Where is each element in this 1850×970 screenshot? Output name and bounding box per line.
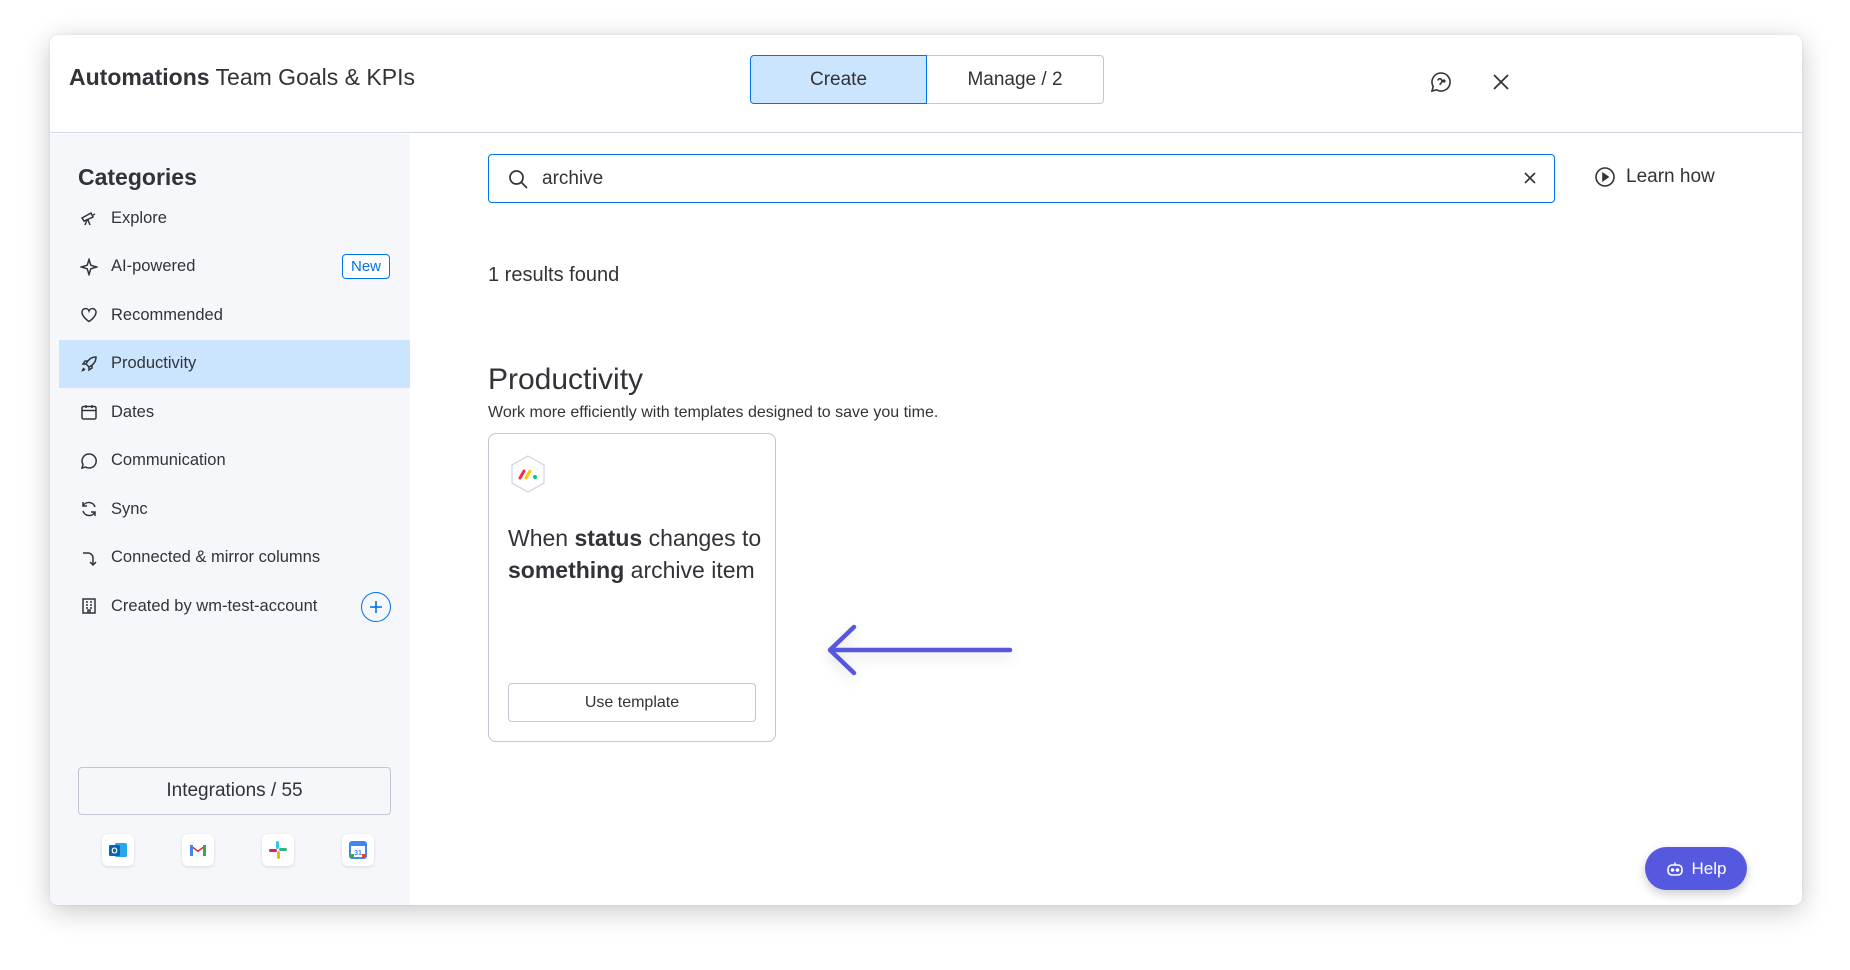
title-board-name: Team Goals & KPIs (215, 64, 415, 90)
category-dates[interactable]: Dates (59, 388, 410, 437)
new-badge: New (341, 253, 390, 279)
close-icon[interactable] (1486, 67, 1516, 97)
tab-create[interactable]: Create (750, 55, 927, 104)
clear-search-icon[interactable] (1522, 170, 1538, 191)
chat-icon (79, 451, 99, 471)
integration-apps: O 31 (102, 834, 374, 866)
template-text-part: archive item (624, 557, 755, 583)
category-created-by[interactable]: Created by wm-test-account (59, 582, 410, 631)
modal-header: Automations Team Goals & KPIs Create Man… (50, 35, 1802, 133)
help-button[interactable]: Help (1645, 847, 1747, 890)
slack-icon[interactable] (262, 834, 294, 866)
svg-text:31: 31 (354, 850, 362, 857)
category-ai-powered[interactable]: AI-powered New (59, 243, 410, 292)
category-list: Explore AI-powered New Recommended Produ… (59, 194, 410, 631)
category-label: Communication (111, 451, 226, 470)
category-label: Recommended (111, 305, 223, 324)
category-communication[interactable]: Communication (59, 437, 410, 486)
category-label: Sync (111, 499, 148, 518)
category-sync[interactable]: Sync (59, 485, 410, 534)
integrations-button[interactable]: Integrations / 55 (78, 767, 391, 815)
sparkle-icon (79, 257, 99, 277)
telescope-icon (79, 208, 99, 228)
category-label: Connected & mirror columns (111, 548, 321, 567)
modal-title: Automations Team Goals & KPIs (69, 64, 415, 91)
title-automations: Automations (69, 64, 210, 90)
category-connected-mirror[interactable]: Connected & mirror columns (59, 534, 410, 583)
category-label: AI-powered (111, 257, 196, 276)
template-field-something: something (508, 557, 625, 583)
category-productivity[interactable]: Productivity (59, 339, 410, 388)
results-count: 1 results found (488, 264, 620, 286)
template-text-part: When (508, 525, 575, 551)
google-calendar-icon[interactable]: 31 (342, 834, 374, 866)
template-card[interactable]: When status changes to something archive… (488, 433, 776, 742)
robot-icon (1666, 861, 1684, 877)
search-icon (507, 168, 529, 195)
add-category-button[interactable] (361, 592, 391, 622)
play-circle-icon (1594, 166, 1616, 188)
calendar-icon (79, 402, 99, 422)
feedback-icon[interactable] (1426, 67, 1456, 97)
template-description: When status changes to something archive… (508, 522, 763, 586)
categories-title: Categories (78, 164, 197, 190)
section-description: Work more efficiently with templates des… (488, 404, 939, 421)
automations-modal: Automations Team Goals & KPIs Create Man… (50, 35, 1802, 905)
help-label: Help (1691, 858, 1727, 878)
category-label: Explore (111, 208, 167, 227)
category-explore[interactable]: Explore (59, 194, 410, 243)
category-recommended[interactable]: Recommended (59, 291, 410, 340)
category-label: Productivity (111, 354, 197, 373)
connected-icon (79, 548, 99, 568)
sync-icon (79, 499, 99, 519)
template-text-part: changes to (642, 525, 762, 551)
building-icon (79, 596, 99, 616)
search-input[interactable] (542, 165, 1482, 193)
category-label: Created by wm-test-account (111, 596, 318, 615)
learn-how-label: Learn how (1626, 166, 1715, 187)
categories-sidebar: Categories Explore AI-powered New Recomm (50, 134, 410, 905)
outlook-icon[interactable]: O (102, 834, 134, 866)
template-field-status: status (574, 525, 643, 551)
learn-how-link[interactable]: Learn how (1594, 166, 1715, 188)
tab-manage[interactable]: Manage / 2 (927, 55, 1104, 104)
svg-text:O: O (111, 847, 117, 856)
rocket-icon (79, 354, 99, 374)
create-manage-toggle: Create Manage / 2 (750, 55, 1104, 104)
monday-logo-icon (508, 454, 548, 499)
pointer-arrow-icon (827, 624, 1013, 676)
gmail-icon[interactable] (182, 834, 214, 866)
category-label: Dates (111, 402, 155, 421)
heart-icon (79, 305, 99, 325)
search-box (488, 154, 1555, 203)
use-template-button[interactable]: Use template (508, 683, 756, 722)
section-title: Productivity (488, 363, 644, 396)
